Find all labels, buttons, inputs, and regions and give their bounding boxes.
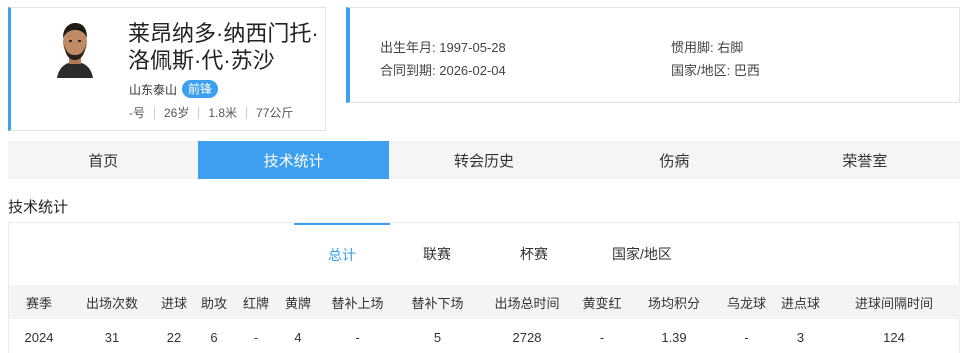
col-header-minutes-per-goal: 进球间隔时间 bbox=[827, 285, 960, 319]
col-header-sub-off: 替补下场 bbox=[396, 285, 479, 319]
player-name-line2: 洛佩斯·代·苏沙 bbox=[128, 48, 275, 73]
table-cell: 31 bbox=[104, 329, 120, 345]
player-number: -号 bbox=[129, 106, 145, 120]
tab-injuries[interactable]: 伤病 bbox=[579, 141, 769, 179]
player-height: 1.8米 bbox=[208, 106, 238, 120]
player-meta: -号 26岁 1.8米 77公斤 bbox=[129, 104, 293, 121]
birth-date-value: 1997-05-28 bbox=[439, 40, 506, 55]
table-cell: 5 bbox=[433, 329, 442, 345]
section-title: 技术统计 bbox=[8, 199, 69, 216]
table-cell: 3 bbox=[796, 329, 805, 345]
preferred-foot-value: 右脚 bbox=[717, 40, 744, 55]
tab-stats[interactable]: 技术统计 bbox=[198, 141, 389, 179]
col-header-minutes: 出场总时间 bbox=[479, 285, 575, 319]
contract-label: 合同到期: bbox=[380, 63, 440, 78]
tab-home[interactable]: 首页 bbox=[8, 141, 198, 179]
club-link[interactable]: 山东泰山 bbox=[129, 81, 177, 98]
tab-transfers[interactable]: 转会历史 bbox=[389, 141, 579, 179]
table-cell: - bbox=[744, 329, 749, 345]
table-row: 2024 31 22 6 - 4 - 5 2728 - 1.39 - 3 124 bbox=[9, 319, 960, 353]
table-cell: - bbox=[253, 329, 259, 345]
birth-date-label: 出生年月: bbox=[380, 40, 440, 55]
table-cell: 1.39 bbox=[661, 329, 687, 345]
stats-header-row: 赛季 出场次数 进球 助攻 红牌 黄牌 替补上场 替补下场 出场总时间 黄变红 … bbox=[9, 285, 960, 319]
table-cell: - bbox=[599, 329, 605, 345]
preferred-foot-label: 惯用脚: bbox=[671, 40, 718, 55]
contract-info: 合同到期: 2026-02-04 bbox=[380, 60, 506, 79]
player-weight: 77公斤 bbox=[256, 106, 294, 120]
stats-sub-tabs: 总计 联赛 杯赛 国家/地区 bbox=[9, 223, 960, 285]
col-header-goals: 进球 bbox=[155, 285, 193, 319]
stats-panel: 总计 联赛 杯赛 国家/地区 赛季 出场次数 进球 助攻 红牌 黄牌 替补上场 … bbox=[8, 222, 960, 353]
stats-table: 赛季 出场次数 进球 助攻 红牌 黄牌 替补上场 替补下场 出场总时间 黄变红 … bbox=[9, 285, 960, 353]
table-cell: 22 bbox=[166, 329, 182, 345]
table-cell: 2024 bbox=[24, 329, 54, 345]
country-label: 国家/地区: bbox=[671, 63, 734, 78]
country-value: 巴西 bbox=[733, 63, 760, 78]
col-header-appearances: 出场次数 bbox=[69, 285, 155, 319]
player-age: 26岁 bbox=[164, 106, 190, 120]
col-header-second-yellow: 黄变红 bbox=[575, 285, 629, 319]
table-cell: 4 bbox=[294, 329, 302, 345]
col-header-yellow-cards: 黄牌 bbox=[277, 285, 319, 319]
sub-tab-cup[interactable]: 杯赛 bbox=[496, 223, 572, 285]
player-avatar bbox=[53, 18, 97, 78]
player-name-line1: 莱昂纳多·纳西门托· bbox=[128, 21, 319, 46]
sub-tab-league[interactable]: 联赛 bbox=[399, 223, 475, 285]
col-header-assists: 助攻 bbox=[193, 285, 235, 319]
col-header-sub-on: 替补上场 bbox=[319, 285, 396, 319]
sub-tab-national[interactable]: 国家/地区 bbox=[587, 223, 697, 285]
birth-date-info: 出生年月: 1997-05-28 bbox=[380, 37, 506, 56]
contract-value: 2026-02-04 bbox=[439, 63, 506, 78]
table-cell: - bbox=[355, 329, 360, 345]
sub-tab-total[interactable]: 总计 bbox=[294, 223, 390, 285]
player-name: 莱昂纳多·纳西门托· 洛佩斯·代·苏沙 bbox=[128, 20, 323, 74]
divider bbox=[154, 106, 155, 119]
player-info-panel: 出生年月: 1997-05-28 合同到期: 2026-02-04 惯用脚: 右… bbox=[346, 7, 960, 103]
divider bbox=[198, 106, 200, 119]
club-line: 山东泰山 前锋 bbox=[129, 80, 219, 98]
tab-honours[interactable]: 荣誉室 bbox=[770, 141, 960, 179]
position-badge: 前锋 bbox=[182, 80, 219, 98]
table-cell: 2728 bbox=[512, 329, 542, 345]
country-info: 国家/地区: 巴西 bbox=[671, 60, 760, 79]
col-header-penalties: 进点球 bbox=[774, 285, 827, 319]
table-cell: 124 bbox=[883, 329, 905, 345]
main-tabs: 首页 技术统计 转会历史 伤病 荣誉室 bbox=[8, 141, 960, 179]
col-header-red-cards: 红牌 bbox=[235, 285, 277, 319]
preferred-foot-info: 惯用脚: 右脚 bbox=[671, 37, 743, 56]
col-header-avg-points: 场均积分 bbox=[629, 285, 719, 319]
col-header-season: 赛季 bbox=[9, 285, 69, 319]
player-card: 莱昂纳多·纳西门托· 洛佩斯·代·苏沙 山东泰山 前锋 -号 26岁 1.8米 … bbox=[8, 7, 326, 131]
col-header-own-goals: 乌龙球 bbox=[719, 285, 774, 319]
table-cell: 6 bbox=[210, 329, 218, 345]
divider bbox=[246, 106, 248, 119]
